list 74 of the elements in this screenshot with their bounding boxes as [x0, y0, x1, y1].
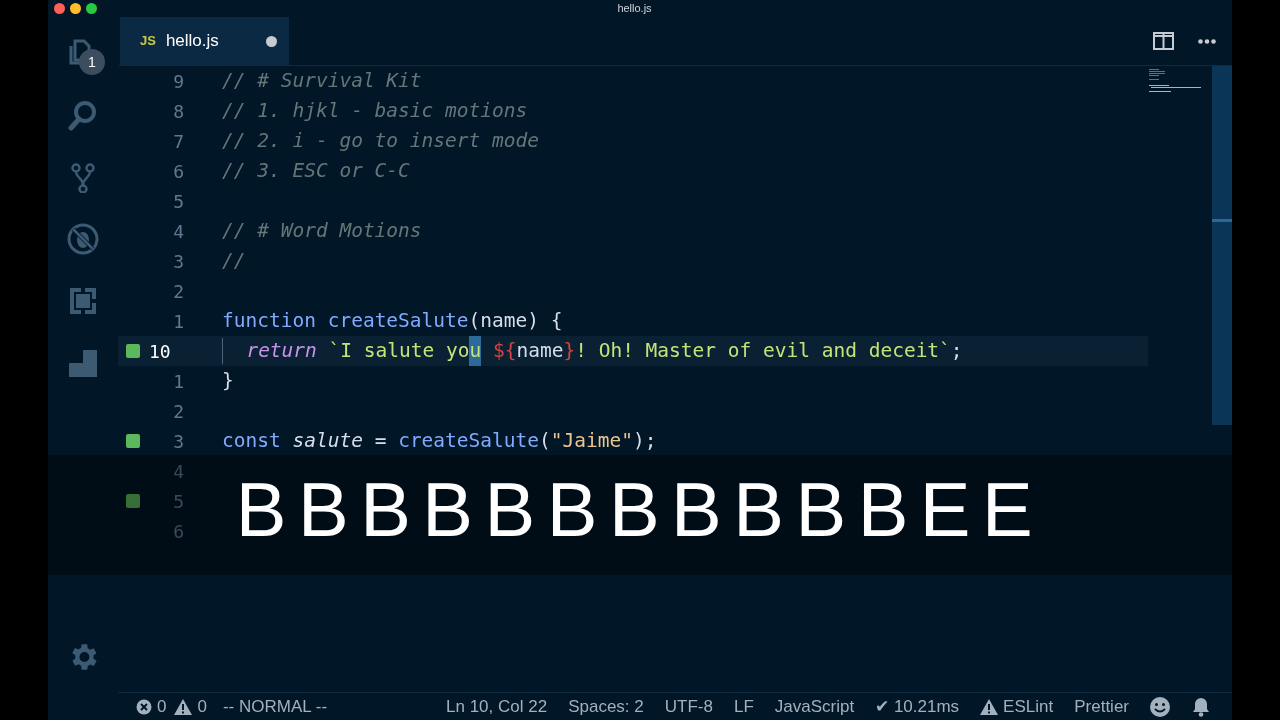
more-actions-icon[interactable] [1198, 38, 1216, 44]
line-number: 3 [172, 249, 184, 274]
line-number: 5 [172, 189, 184, 214]
status-item[interactable]: Prettier [1074, 693, 1129, 720]
code-token: // # Word Motions [222, 218, 422, 245]
status-item[interactable]: UTF-8 [664, 693, 713, 720]
line-number: 10 [148, 339, 172, 364]
line-number: 1 [172, 369, 184, 394]
warning-icon[interactable] [980, 698, 999, 715]
code-token: return [246, 338, 317, 365]
warning-count[interactable]: 0 [197, 693, 207, 720]
status-item[interactable]: Spaces: 2 [568, 693, 644, 720]
code-token: `I salute yo [327, 338, 470, 365]
line-number: 6 [172, 519, 184, 544]
code-token: const [222, 428, 282, 455]
line-number: 2 [172, 279, 184, 304]
line-number: 1 [172, 309, 184, 334]
error-count[interactable]: 0 [157, 693, 167, 720]
bell-icon[interactable] [1192, 696, 1210, 717]
line-number: 5 [172, 489, 184, 514]
blocks-icon[interactable] [67, 347, 99, 379]
line-number: 4 [172, 219, 184, 244]
code-token: } [222, 368, 234, 395]
line-number: 9 [172, 69, 184, 94]
code-token: (name) { [468, 308, 563, 335]
code-token: ${ [491, 338, 517, 365]
close-window-button[interactable] [54, 3, 65, 14]
vim-mode-indicator[interactable]: -- NORMAL -- [222, 693, 328, 720]
extensions-icon[interactable] [67, 285, 99, 317]
window-title: hello.js [617, 1, 652, 17]
code-token: // # Survival Kit [222, 68, 422, 95]
code-token: "Jaime" [550, 428, 633, 455]
warning-icon[interactable] [174, 698, 193, 715]
line-number: 3 [172, 429, 184, 454]
line-number: 6 [172, 159, 184, 184]
bug-icon[interactable] [67, 223, 99, 255]
status-item[interactable]: ✔ 10.21ms [875, 693, 960, 720]
code-token: } [563, 338, 576, 365]
code-token: // 3. ESC or C-C [222, 158, 410, 185]
js-file-icon: JS [140, 31, 156, 51]
code-token: createSalute [398, 428, 540, 455]
code-token: ! Oh! Master of evil and deceit` [575, 338, 951, 365]
smiley-icon[interactable] [1150, 696, 1170, 717]
status-item[interactable]: Ln 10, Col 22 [446, 693, 548, 720]
status-item[interactable]: JavaScript [774, 693, 855, 720]
code-token: ; [950, 338, 963, 365]
editor-tab[interactable]: JS hello.js [120, 17, 289, 65]
code-token: ); [632, 428, 657, 455]
code-token: function [222, 308, 317, 335]
text-cursor: u [469, 336, 482, 366]
code-token: // 1. hjkl - basic motions [222, 98, 528, 125]
code-token: createSalute [327, 308, 469, 335]
code-token: salute [292, 428, 363, 455]
minimize-window-button[interactable] [70, 3, 81, 14]
status-item[interactable]: ESLint [1003, 693, 1054, 720]
line-number: 2 [172, 399, 184, 424]
scrollbar-thumb[interactable] [1212, 66, 1232, 425]
status-item[interactable]: LF [733, 693, 754, 720]
line-number: 4 [172, 459, 184, 484]
code-token: ( [539, 428, 551, 455]
line-number: 7 [172, 129, 184, 154]
line-number: 8 [172, 99, 184, 124]
code-token: = [373, 428, 388, 455]
code-token: name [516, 338, 564, 365]
code-token: // [222, 248, 246, 275]
error-icon[interactable] [136, 698, 152, 715]
caption-text: BBBBBBBBBBBEE [235, 472, 1045, 548]
code-token: // 2. i - go to insert mode [222, 128, 539, 155]
minimap[interactable] [1148, 68, 1202, 94]
search-icon[interactable] [67, 99, 99, 131]
split-editor-icon[interactable] [1153, 32, 1174, 50]
notification-badge: 1 [79, 49, 105, 75]
tab-label: hello.js [165, 30, 219, 53]
maximize-window-button[interactable] [86, 3, 97, 14]
